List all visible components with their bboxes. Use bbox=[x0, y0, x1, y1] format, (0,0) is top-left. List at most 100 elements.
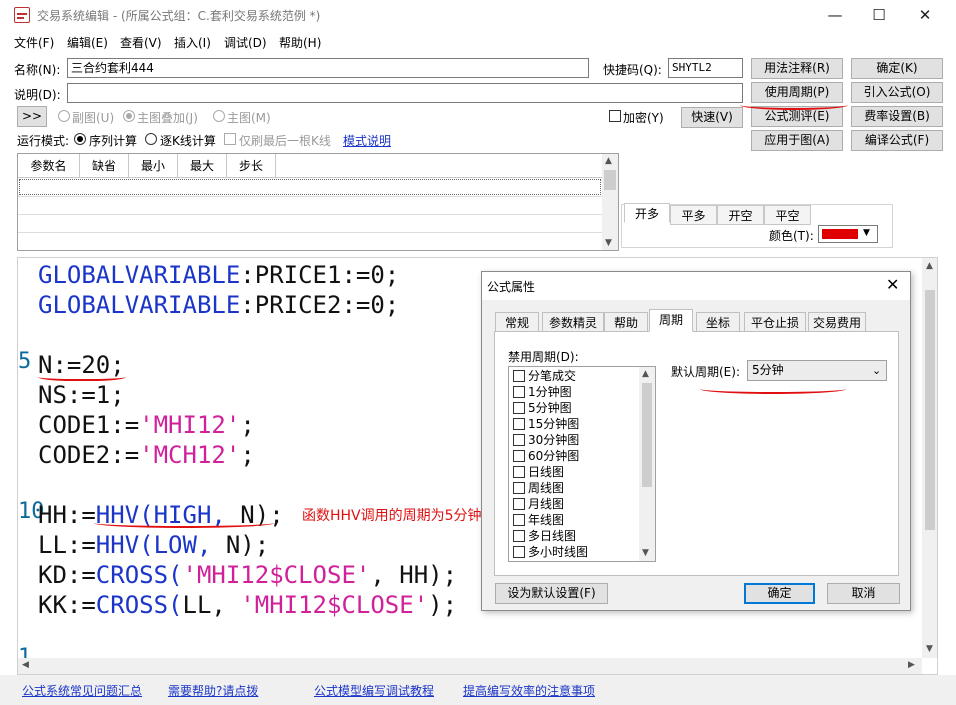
name-field[interactable]: 三合约套利444 bbox=[67, 58, 589, 78]
period-list-item[interactable]: 1分钟图 bbox=[513, 384, 637, 400]
syntax-notes-button[interactable]: 用法注释(R) bbox=[751, 58, 843, 79]
period-label: 15分钟图 bbox=[528, 417, 580, 431]
period-list-item[interactable]: 周线图 bbox=[513, 480, 637, 496]
scroll-down-icon[interactable]: ▼ bbox=[926, 644, 933, 654]
confirm-button[interactable]: 确定(K) bbox=[851, 58, 943, 79]
disabled-periods-label: 禁用周期(D): bbox=[508, 350, 579, 364]
dialog-tab-axis[interactable]: 坐标 bbox=[696, 312, 740, 332]
period-label: 多日线图 bbox=[528, 529, 577, 543]
color-picker[interactable]: ▼ bbox=[818, 225, 878, 243]
period-list-item[interactable]: 年线图 bbox=[513, 512, 637, 528]
dialog-tab-period[interactable]: 周期 bbox=[649, 309, 693, 332]
compile-formula-button[interactable]: 编译公式(F) bbox=[851, 130, 943, 151]
set-default-button[interactable]: 设为默认设置(F) bbox=[495, 583, 608, 604]
period-list-item[interactable]: 分笔成交 bbox=[513, 368, 637, 384]
period-checkbox[interactable] bbox=[513, 498, 525, 510]
minimize-button[interactable]: — bbox=[812, 2, 858, 28]
menu-view[interactable]: 查看(V) bbox=[120, 34, 162, 51]
dialog-close-icon[interactable]: ✕ bbox=[886, 275, 899, 294]
desc-field[interactable] bbox=[67, 83, 743, 103]
sequence-calc-radio[interactable] bbox=[74, 133, 86, 145]
main-overlay-radio[interactable] bbox=[123, 110, 135, 122]
dialog-tab-general[interactable]: 常规 bbox=[495, 312, 539, 332]
period-checkbox[interactable] bbox=[513, 418, 525, 430]
period-list-item[interactable]: 15分钟图 bbox=[513, 416, 637, 432]
apply-to-chart-button[interactable]: 应用于图(A) bbox=[751, 130, 843, 151]
scroll-right-icon[interactable]: ▶ bbox=[908, 660, 915, 670]
dialog-tab-help[interactable]: 帮助 bbox=[604, 312, 648, 332]
period-checkbox[interactable] bbox=[513, 466, 525, 478]
menu-file[interactable]: 文件(F) bbox=[14, 34, 54, 51]
default-period-select[interactable]: 5分钟 ⌄ bbox=[747, 360, 887, 381]
menu-help[interactable]: 帮助(H) bbox=[279, 34, 321, 51]
shortcut-label: 快捷码(Q): bbox=[603, 63, 662, 77]
code-token: KK:= bbox=[38, 591, 96, 619]
period-list-item[interactable]: 5分钟图 bbox=[513, 400, 637, 416]
efficiency-tips-link[interactable]: 提高编写效率的注意事项 bbox=[463, 682, 595, 699]
period-list-item[interactable]: 30分钟图 bbox=[513, 432, 637, 448]
dialog-cancel-button[interactable]: 取消 bbox=[827, 583, 900, 604]
scroll-left-icon[interactable]: ◀ bbox=[22, 660, 29, 670]
maximize-button[interactable]: ☐ bbox=[856, 2, 902, 28]
period-checkbox[interactable] bbox=[513, 450, 525, 462]
period-checkbox[interactable] bbox=[513, 402, 525, 414]
shortcut-field[interactable]: SHYTL2 bbox=[668, 58, 743, 78]
scroll-thumb[interactable] bbox=[925, 290, 935, 530]
code-token: N); bbox=[211, 531, 270, 559]
mode-help-link[interactable]: 模式说明 bbox=[343, 132, 391, 149]
scroll-thumb[interactable] bbox=[642, 383, 652, 487]
period-list-item[interactable]: 多秒线图 bbox=[513, 560, 637, 561]
tab-close-short[interactable]: 平空 bbox=[764, 205, 811, 225]
period-checkbox[interactable] bbox=[513, 386, 525, 398]
period-list-item[interactable]: 月线图 bbox=[513, 496, 637, 512]
code-token: HHV(LOW, bbox=[95, 531, 212, 559]
period-checkbox[interactable] bbox=[513, 546, 525, 558]
fee-settings-button[interactable]: 费率设置(B) bbox=[851, 106, 943, 127]
code-token: HH:= bbox=[38, 501, 96, 529]
scroll-up-icon[interactable]: ▲ bbox=[605, 156, 612, 166]
per-bar-calc-radio[interactable] bbox=[145, 133, 157, 145]
period-list-item[interactable]: 60分钟图 bbox=[513, 448, 637, 464]
dialog-tab-trade-fee[interactable]: 交易费用 bbox=[808, 312, 866, 332]
period-list-item[interactable]: 日线图 bbox=[513, 464, 637, 480]
menu-edit[interactable]: 编辑(E) bbox=[67, 34, 108, 51]
period-checkbox[interactable] bbox=[513, 370, 525, 382]
tab-open-short[interactable]: 开空 bbox=[717, 205, 764, 225]
dialog-ok-button[interactable]: 确定 bbox=[744, 583, 815, 604]
expand-button[interactable]: >> bbox=[17, 106, 47, 127]
quick-button[interactable]: 快速(V) bbox=[681, 107, 743, 128]
scroll-down-icon[interactable]: ▼ bbox=[642, 548, 649, 558]
menu-insert[interactable]: 插入(I) bbox=[174, 34, 211, 51]
period-checkbox[interactable] bbox=[513, 514, 525, 526]
password-checkbox[interactable] bbox=[609, 110, 621, 122]
last-bar-checkbox[interactable] bbox=[224, 133, 236, 145]
import-formula-button[interactable]: 引入公式(O) bbox=[851, 82, 943, 103]
param-table-scrollbar[interactable]: ▲ ▼ bbox=[602, 154, 618, 250]
editor-vscroll[interactable]: ▲ ▼ bbox=[922, 258, 937, 658]
scroll-down-icon[interactable]: ▼ bbox=[605, 238, 612, 248]
menu-debug[interactable]: 调试(D) bbox=[224, 34, 267, 51]
period-checkbox[interactable] bbox=[513, 482, 525, 494]
period-list-item[interactable]: 多小时线图 bbox=[513, 544, 637, 560]
help-link[interactable]: 需要帮助?请点拨 bbox=[168, 682, 258, 699]
sub-chart-radio[interactable] bbox=[58, 110, 70, 122]
disabled-periods-list[interactable]: 分笔成交 1分钟图 5分钟图 15分钟图 30分钟图 60分钟图 日线图 周线图 月线图 年线图多… bbox=[508, 366, 656, 562]
dialog-tab-param-wizard[interactable]: 参数精灵 bbox=[542, 312, 604, 332]
scroll-up-icon[interactable]: ▲ bbox=[642, 369, 649, 379]
editor-hscroll[interactable]: ◀ ▶ bbox=[18, 658, 922, 674]
close-button[interactable]: ✕ bbox=[902, 2, 948, 28]
param-selected-row[interactable] bbox=[19, 179, 601, 195]
period-list-item[interactable]: 多日线图 bbox=[513, 528, 637, 544]
scroll-thumb[interactable] bbox=[604, 170, 616, 190]
main-chart-radio[interactable] bbox=[213, 110, 225, 122]
dialog-tab-stop-loss[interactable]: 平仓止损 bbox=[744, 312, 806, 332]
scroll-up-icon[interactable]: ▲ bbox=[926, 261, 933, 271]
tab-close-long[interactable]: 平多 bbox=[670, 205, 717, 225]
period-checkbox[interactable] bbox=[513, 434, 525, 446]
tutorial-link[interactable]: 公式模型编写调试教程 bbox=[314, 682, 434, 699]
code-token: 'MHI12$CLOSE' bbox=[182, 561, 371, 589]
faq-link[interactable]: 公式系统常见问题汇总 bbox=[22, 682, 142, 699]
period-list-scrollbar[interactable]: ▲ ▼ bbox=[639, 367, 655, 561]
period-checkbox[interactable] bbox=[513, 530, 525, 542]
tab-open-long[interactable]: 开多 bbox=[624, 203, 670, 223]
